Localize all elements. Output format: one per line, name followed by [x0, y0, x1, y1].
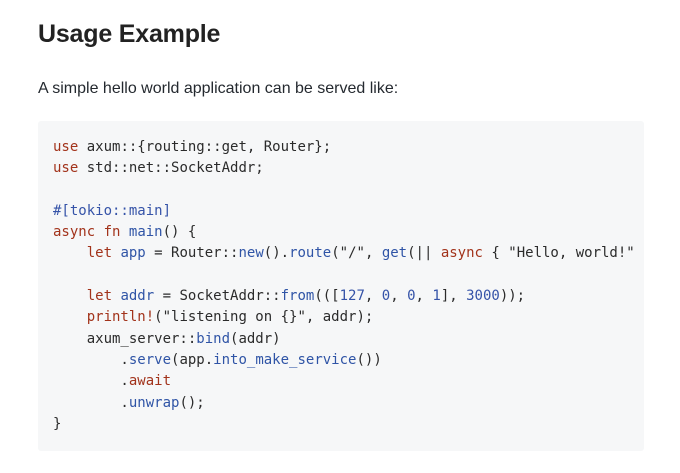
code-token: app: [120, 245, 146, 262]
code-token: (app.: [171, 351, 214, 368]
code-token: ,: [364, 245, 382, 262]
code-line: use std::net::SocketAddr;: [53, 158, 644, 179]
code-token: let: [86, 245, 113, 262]
code-token: .: [53, 373, 129, 390]
code-line: axum_server::bind(addr): [53, 329, 644, 350]
code-token: ,: [415, 288, 433, 305]
code-token: (||: [407, 245, 441, 262]
code-token: (: [331, 245, 340, 262]
code-content[interactable]: use axum::{routing::get, Router}; use std…: [38, 121, 644, 435]
code-token: into_make_service: [213, 351, 357, 368]
code-token: get: [381, 245, 408, 262]
code-token: std::net::SocketAddr;: [78, 160, 264, 177]
code-token: await: [128, 373, 172, 390]
code-token: = Router::: [145, 245, 239, 262]
code-token: "listening on {}": [162, 309, 306, 326]
code-token: new: [238, 245, 264, 262]
code-line: }: [53, 414, 644, 435]
code-token: println!: [86, 309, 155, 326]
code-token: {: [482, 245, 509, 262]
section-heading: Usage Example: [38, 20, 221, 48]
code-token: ,: [364, 288, 382, 305]
code-token: }));: [635, 245, 644, 261]
code-token: addr: [120, 288, 155, 305]
code-token: 0: [381, 288, 391, 305]
code-token: "Hello, world!": [508, 245, 635, 262]
code-line: println!("listening on {}", addr);: [53, 307, 644, 328]
code-token: .: [53, 351, 129, 368]
code-token: let: [86, 288, 113, 305]
code-token: ();: [179, 394, 205, 411]
code-token: fn: [103, 224, 121, 241]
code-token: (([: [314, 288, 340, 305]
code-line: .serve(app.into_make_service()): [53, 350, 644, 371]
doc-page: Usage Example A simple hello world appli…: [0, 0, 680, 473]
code-token: axum_server::: [53, 330, 197, 347]
code-line: let app = Router::new().route("/", get(|…: [53, 243, 644, 264]
code-lines: use axum::{routing::get, Router}; use std…: [53, 137, 644, 435]
code-token: async: [440, 245, 483, 262]
code-token: unwrap: [128, 394, 180, 411]
code-token: ],: [440, 288, 467, 305]
code-line: #[tokio::main]: [53, 201, 644, 222]
code-token: () {: [162, 224, 197, 241]
code-token: axum::{routing::get, Router};: [78, 139, 332, 155]
code-token: #[tokio::main]: [53, 202, 172, 219]
code-line: let addr = SocketAddr::from(([127, 0, 0,…: [53, 286, 644, 307]
intro-paragraph: A simple hello world application can be …: [38, 80, 399, 97]
code-token: "/": [339, 245, 365, 262]
code-token: use: [53, 139, 79, 155]
code-token: ,: [390, 288, 408, 305]
code-token: from: [280, 288, 315, 305]
code-token: async: [53, 224, 96, 241]
code-token: = SocketAddr::: [154, 288, 281, 305]
code-token: ()): [356, 351, 382, 368]
code-line: .unwrap();: [53, 393, 644, 414]
code-line: .await: [53, 371, 644, 392]
code-block[interactable]: use axum::{routing::get, Router}; use std…: [38, 121, 644, 451]
code-token: ().: [263, 245, 290, 262]
code-token: main: [128, 224, 163, 241]
code-token: bind: [196, 330, 231, 347]
code-token: , addr);: [305, 309, 374, 326]
code-token: 0: [407, 288, 416, 305]
code-line: async fn main() {: [53, 222, 644, 243]
code-token: 127: [339, 288, 365, 305]
code-token: use: [53, 160, 79, 177]
code-token: 3000: [466, 288, 500, 305]
code-token: 1: [432, 288, 441, 305]
code-token: .: [53, 394, 129, 411]
code-token: route: [289, 245, 332, 262]
code-token: (: [154, 309, 163, 326]
code-token: ));: [499, 288, 526, 305]
code-token: (addr): [230, 330, 281, 347]
code-line: use axum::{routing::get, Router};: [53, 137, 644, 158]
code-token: serve: [128, 351, 172, 368]
code-token: }: [53, 415, 62, 432]
